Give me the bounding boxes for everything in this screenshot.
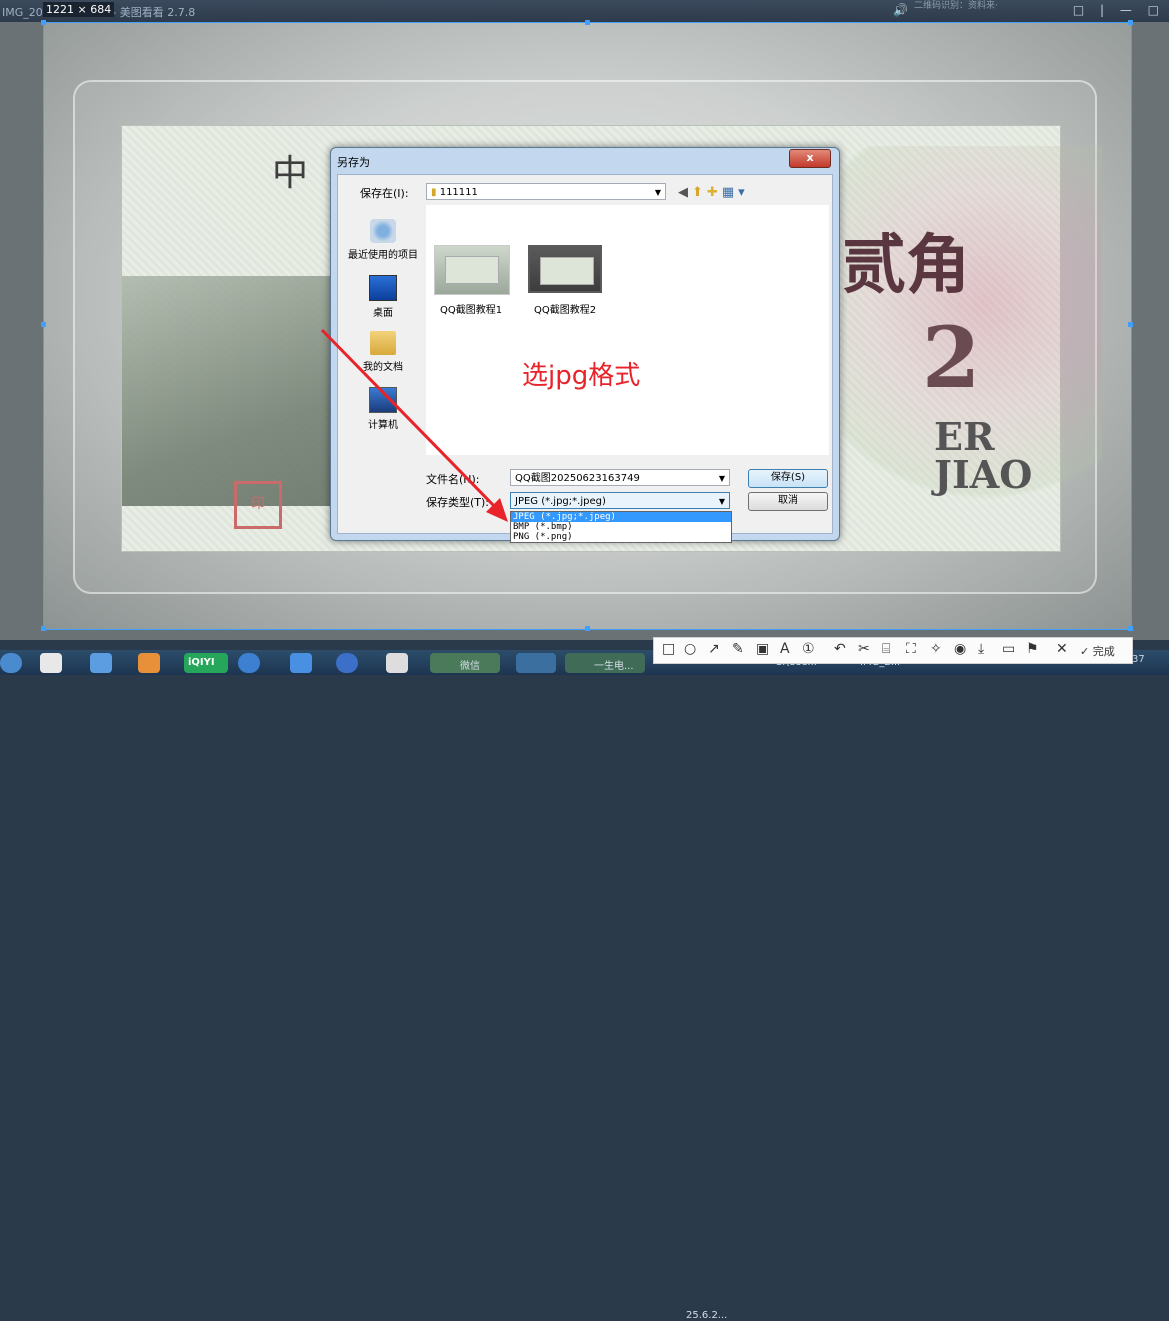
app-icon[interactable]: [516, 653, 556, 673]
selection-handle[interactable]: [1128, 20, 1133, 25]
done-button[interactable]: ✓ 完成: [1080, 643, 1115, 659]
start-icon[interactable]: [0, 653, 22, 673]
filetype-select[interactable]: JPEG (*.jpg;*.jpeg) ▼: [510, 492, 730, 509]
volume-icon[interactable]: 🔊: [893, 3, 908, 17]
task-label[interactable]: 25.6.2...: [686, 1310, 727, 1321]
close-button[interactable]: x: [789, 149, 831, 168]
app-icon[interactable]: [290, 653, 312, 673]
place-computer[interactable]: 计算机: [340, 387, 426, 431]
up-folder-icon[interactable]: ⬆: [692, 185, 707, 200]
thumbnail-image: [445, 256, 499, 284]
app-icon[interactable]: [336, 653, 358, 673]
file-thumbnail-2[interactable]: [528, 245, 602, 293]
back-icon[interactable]: ◀: [678, 185, 692, 200]
pen-icon[interactable]: ✎: [732, 641, 744, 657]
app-icon[interactable]: [138, 653, 160, 673]
filetype-label: 保存类型(T):: [426, 496, 490, 509]
new-folder-icon[interactable]: ✚: [707, 185, 722, 200]
mosaic-icon[interactable]: ▣: [756, 641, 769, 657]
number-icon[interactable]: ①: [802, 641, 815, 657]
screenshot-toolbar: □ ○ ↗ ✎ ▣ A ① ↶ ✂ ⌸ ⛶ ✧ ◉ ⤓ ▭ ⚑ ✕ ✓ 完成: [653, 637, 1133, 664]
selection-handle[interactable]: [41, 626, 46, 631]
place-label: 最近使用的项目: [348, 250, 418, 261]
recent-icon: [370, 219, 396, 243]
qq-icon[interactable]: [40, 653, 62, 673]
window-controls[interactable]: □ | — □: [1073, 3, 1165, 17]
chevron-down-icon: ▼: [718, 497, 725, 506]
place-label: 我的文档: [363, 362, 403, 373]
filetype-value: JPEG (*.jpg;*.jpeg): [515, 496, 606, 507]
save-disk-icon[interactable]: ▭: [1002, 641, 1015, 657]
filetype-option-jpeg[interactable]: JPEG (*.jpg;*.jpeg): [511, 512, 731, 522]
view-menu-icon[interactable]: ▦▾: [722, 185, 749, 200]
chevron-down-icon: ▼: [718, 474, 725, 483]
thumbnail-image: [540, 257, 594, 285]
bookmark-icon[interactable]: ⚑: [1026, 641, 1039, 657]
dialog-body: 保存在(I): ▮ 111111 ▼ ◀⬆✚▦▾ 最近使用的项目 桌面 我的文档: [337, 174, 833, 534]
clock: 37: [1132, 654, 1145, 665]
browser-label: 一生电...: [594, 661, 634, 672]
nav-toolbar: ◀⬆✚▦▾: [678, 185, 749, 200]
documents-icon: [370, 331, 396, 355]
translate-icon[interactable]: ⌸: [882, 641, 890, 657]
file-thumbnail-1[interactable]: [434, 245, 510, 295]
viewer-titlebar: IMG_202 109 - 美图看看 2.7.8 🔊 二维码识别：资料来· □ |…: [0, 0, 1169, 22]
filetype-dropdown-list: JPEG (*.jpg;*.jpeg) BMP (*.bmp) PNG (*.p…: [510, 511, 732, 543]
qq-icon[interactable]: [386, 653, 408, 673]
folder-icon: ▮: [431, 187, 437, 198]
place-label: 计算机: [368, 420, 398, 431]
dialog-title: 另存为: [337, 156, 370, 169]
save-in-combo[interactable]: ▮ 111111 ▼: [426, 183, 666, 200]
undo-icon[interactable]: ↶: [834, 641, 846, 657]
arrow-tool-icon[interactable]: ↗: [708, 641, 720, 657]
scissors-icon[interactable]: ✂: [858, 641, 870, 657]
save-in-label: 保存在(I):: [360, 187, 409, 200]
app-icon[interactable]: [238, 653, 260, 673]
info-text: 二维码识别：资料来·: [914, 1, 998, 11]
filetype-option-bmp[interactable]: BMP (*.bmp): [511, 522, 731, 532]
filename-input[interactable]: QQ截图20250623163749 ▼: [510, 469, 730, 486]
selection-handle[interactable]: [41, 322, 46, 327]
iqiyi-label: iQIYI: [188, 657, 215, 668]
scan-icon[interactable]: ⛶: [906, 641, 916, 657]
place-label: 桌面: [373, 308, 393, 319]
chevron-down-icon: ▼: [654, 188, 661, 197]
save-in-value: 111111: [439, 187, 478, 198]
record-icon[interactable]: ◉: [954, 641, 966, 657]
filetype-option-png[interactable]: PNG (*.png): [511, 532, 731, 542]
selection-handle[interactable]: [585, 20, 590, 25]
cancel-x-icon[interactable]: ✕: [1056, 641, 1068, 657]
file-name-2[interactable]: QQ截图教程2: [534, 301, 596, 316]
computer-icon: [369, 387, 397, 413]
filename-label: 文件名(N):: [426, 473, 480, 486]
download-icon[interactable]: ⤓: [978, 641, 984, 657]
selection-handle[interactable]: [1128, 626, 1133, 631]
filename-value: QQ截图20250623163749: [515, 473, 640, 484]
text-tool-icon[interactable]: A: [780, 641, 790, 657]
annotation-text: 选jpg格式: [522, 361, 641, 391]
file-name-1[interactable]: QQ截图教程1: [440, 301, 502, 316]
place-desktop[interactable]: 桌面: [340, 275, 426, 319]
save-button[interactable]: 保存(S): [748, 469, 828, 488]
selection-handle[interactable]: [585, 626, 590, 631]
cancel-button[interactable]: 取消: [748, 492, 828, 511]
place-recent[interactable]: 最近使用的项目: [340, 219, 426, 261]
pin-icon[interactable]: ✧: [930, 641, 942, 657]
file-list[interactable]: QQ截图教程1 QQ截图教程2: [426, 205, 829, 455]
desktop-icon: [369, 275, 397, 301]
place-documents[interactable]: 我的文档: [340, 331, 426, 373]
dimension-badge: 1221 × 684: [43, 2, 115, 17]
places-bar: 最近使用的项目 桌面 我的文档 计算机: [340, 205, 426, 511]
app-icon[interactable]: [90, 653, 112, 673]
rectangle-icon[interactable]: □: [662, 641, 675, 657]
selection-handle[interactable]: [41, 20, 46, 25]
save-as-dialog: 另存为 x 保存在(I): ▮ 111111 ▼ ◀⬆✚▦▾ 最近使用的项目 桌…: [330, 147, 840, 541]
wechat-label: 微信: [460, 661, 480, 672]
selection-handle[interactable]: [1128, 322, 1133, 327]
ellipse-icon[interactable]: ○: [684, 641, 696, 657]
